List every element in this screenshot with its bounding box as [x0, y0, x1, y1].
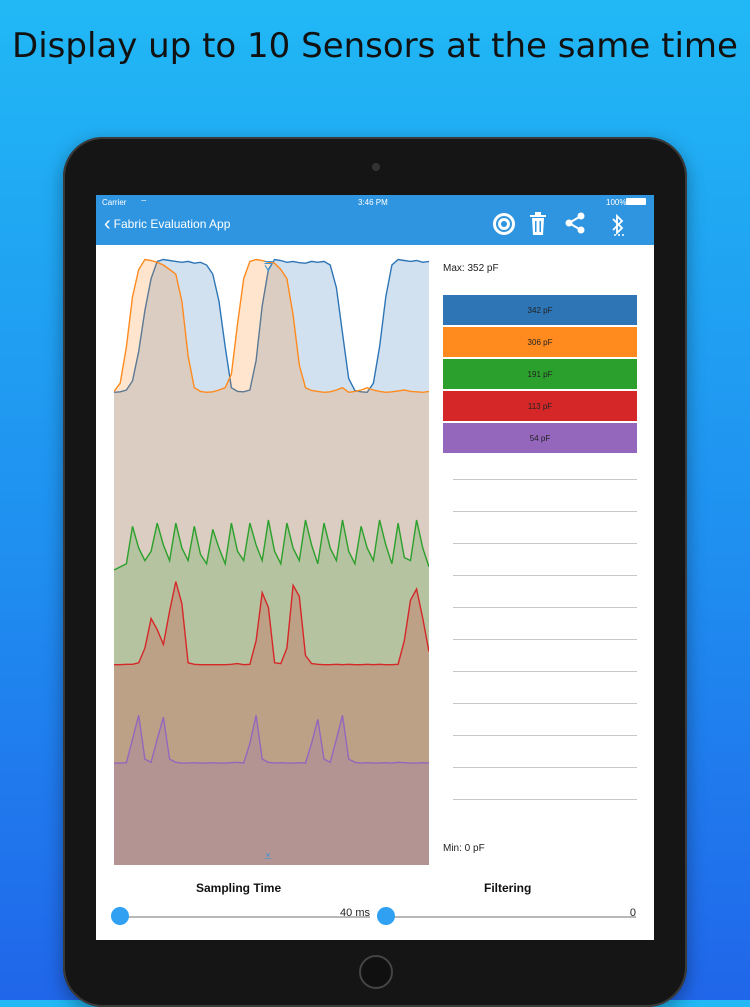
min-label: Min: 0 pF: [443, 843, 485, 854]
bottom-marker-icon: ⩡: [264, 849, 272, 865]
empty-slot: [453, 799, 637, 800]
empty-slot: [453, 479, 637, 480]
filtering-knob[interactable]: [377, 907, 395, 925]
legend-item[interactable]: 306 pF: [443, 327, 637, 357]
battery-icon: [626, 198, 646, 205]
empty-slot: [453, 575, 637, 576]
sampling-time-label: Sampling Time: [196, 881, 282, 895]
legend-item-label: 342 pF: [527, 305, 553, 315]
home-button[interactable]: [359, 955, 393, 989]
sampling-time-slider[interactable]: [111, 907, 370, 925]
back-label: Fabric Evaluation App: [113, 217, 231, 231]
sensor-chart[interactable]: ⩢ ⩡: [113, 255, 430, 865]
legend-item-label: 191 pF: [527, 369, 553, 379]
empty-slot: [453, 543, 637, 544]
back-button[interactable]: ‹ Fabric Evaluation App: [104, 213, 231, 235]
legend-item[interactable]: 191 pF: [443, 359, 637, 389]
empty-slot: [453, 671, 637, 672]
app-screen: Carrier ⌔ 3:46 PM 100% ‹ Fabric Evaluati…: [96, 195, 654, 940]
sensor-legend: 342 pF 306 pF 191 pF 113 pF 54 pF: [443, 295, 637, 455]
status-time: 3:46 PM: [358, 198, 388, 207]
legend-item[interactable]: 54 pF: [443, 423, 637, 453]
share-icon[interactable]: [564, 212, 586, 239]
bluetooth-icon[interactable]: [610, 212, 626, 243]
headline: Display up to 10 Sensors at the same tim…: [12, 26, 738, 66]
legend-item-label: 113 pF: [527, 401, 553, 411]
empty-slot: [453, 767, 637, 768]
empty-slot: [453, 735, 637, 736]
legend-item[interactable]: 113 pF: [443, 391, 637, 421]
ipad-frame: Carrier ⌔ 3:46 PM 100% ‹ Fabric Evaluati…: [63, 137, 687, 1007]
empty-slot: [453, 511, 637, 512]
legend-item-label: 54 pF: [529, 433, 551, 443]
nav-bar: Carrier ⌔ 3:46 PM 100% ‹ Fabric Evaluati…: [96, 195, 654, 245]
legend-item[interactable]: 342 pF: [443, 295, 637, 325]
empty-slot: [453, 703, 637, 704]
trash-icon[interactable]: [528, 212, 548, 241]
record-icon[interactable]: [492, 212, 516, 241]
top-marker-icon: ⩢: [264, 259, 273, 275]
legend-item-label: 306 pF: [527, 337, 553, 347]
sensor-chart-svg: ⩢⩡: [113, 255, 430, 865]
empty-slot: [453, 639, 637, 640]
sampling-time-knob[interactable]: [111, 907, 129, 925]
chevron-left-icon: ‹: [104, 213, 111, 235]
filtering-slider[interactable]: [377, 907, 636, 925]
filtering-label: Filtering: [484, 881, 532, 895]
battery-label: 100%: [606, 198, 627, 207]
empty-slot: [453, 607, 637, 608]
carrier-label: Carrier: [102, 198, 127, 207]
wifi-icon: ⌔: [140, 198, 148, 207]
camera-dot: [372, 163, 380, 171]
max-label: Max: 352 pF: [443, 263, 499, 274]
